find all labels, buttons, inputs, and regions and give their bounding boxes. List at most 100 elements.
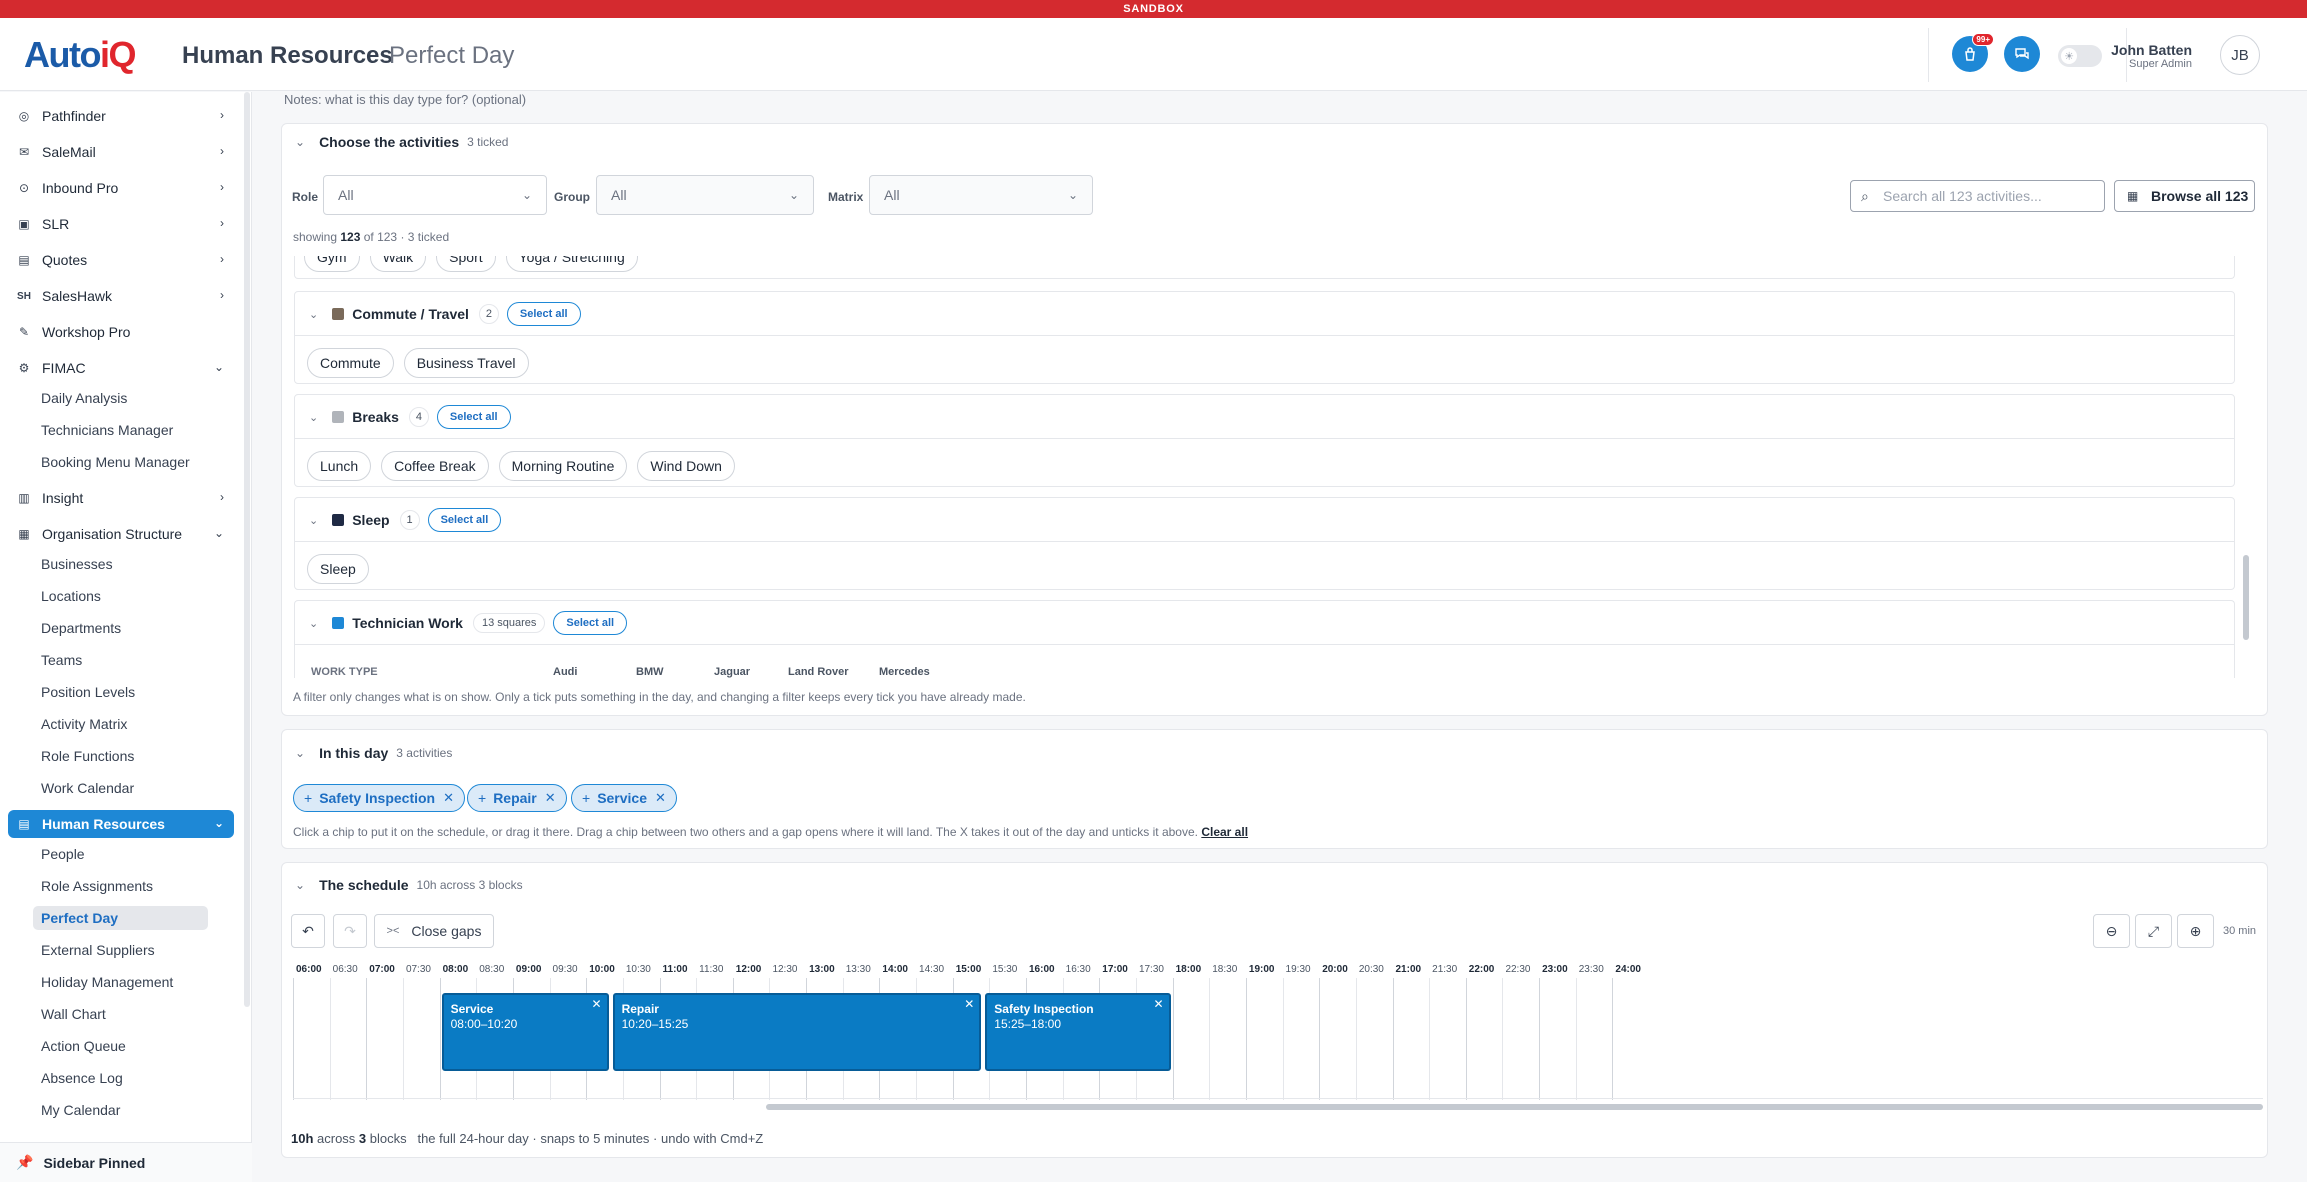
- sidebar-item-slr[interactable]: ▣ SLR ›: [8, 210, 234, 238]
- chevron-down-icon: ⌄: [295, 878, 306, 892]
- time-tick-label: 06:30: [332, 964, 358, 975]
- sidebar-sub-action-queue[interactable]: Action Queue: [33, 1034, 126, 1058]
- group-sleep: ⌄ Sleep 1 Select all Sleep: [294, 497, 2235, 590]
- timeline-scrollbar[interactable]: [766, 1104, 2263, 1110]
- avatar[interactable]: JB: [2220, 35, 2260, 75]
- sidebar-item-organisation-structure[interactable]: ▦ Organisation Structure ⌄: [8, 520, 234, 548]
- expand-icon: ⤢: [2147, 922, 2160, 939]
- time-tick-label: 23:30: [1578, 964, 1604, 975]
- sidebar-sub-work-calendar[interactable]: Work Calendar: [33, 776, 134, 800]
- schedule-block[interactable]: Safety Inspection 15:25–18:00 ✕: [985, 993, 1171, 1071]
- plus-icon: +: [478, 790, 487, 806]
- sidebar-sub-perfect-day[interactable]: Perfect Day: [33, 906, 208, 930]
- sidebar-sub-role-assignments[interactable]: Role Assignments: [33, 874, 153, 898]
- day-chip-safety-inspection[interactable]: + Safety Inspection ✕: [293, 784, 466, 812]
- notes-field[interactable]: Notes: what is this day type for? (optio…: [284, 92, 526, 107]
- sidebar-sub-people[interactable]: People: [33, 842, 85, 866]
- fit-button[interactable]: ⤢: [2135, 914, 2172, 948]
- sidebar-sub-businesses[interactable]: Businesses: [33, 552, 113, 576]
- select-all-button[interactable]: Select all: [506, 302, 581, 326]
- browse-all-button[interactable]: ▦ Browse all 123: [2114, 180, 2255, 212]
- notifications-button[interactable]: 99+: [1952, 33, 1994, 72]
- sidebar-sub-external-suppliers[interactable]: External Suppliers: [33, 938, 155, 962]
- sidebar-sub-position-levels[interactable]: Position Levels: [33, 680, 135, 704]
- close-gaps-button[interactable]: >< Close gaps: [374, 914, 494, 948]
- schedule-header[interactable]: ⌄ The schedule 10h across 3 blocks: [295, 877, 523, 893]
- sidebar-sub-daily-analysis[interactable]: Daily Analysis: [33, 386, 127, 410]
- sidebar-item-insight[interactable]: ▥ Insight ›: [8, 484, 234, 512]
- close-icon[interactable]: ✕: [443, 785, 454, 811]
- schedule-block[interactable]: Repair 10:20–15:25 ✕: [612, 993, 982, 1071]
- messages-button[interactable]: [2004, 36, 2040, 72]
- activity-search-input[interactable]: ⌕ Search all 123 activities...: [1850, 180, 2105, 212]
- activity-chip-coffee-break[interactable]: Coffee Break: [381, 451, 489, 481]
- notification-badge: 99+: [1972, 33, 1994, 46]
- sidebar-sub-holiday-management[interactable]: Holiday Management: [33, 970, 173, 994]
- sidebar-sub-teams[interactable]: Teams: [33, 648, 82, 672]
- activities-header[interactable]: ⌄ Choose the activities 3 ticked: [295, 134, 508, 150]
- sidebar-item-workshop-pro[interactable]: ✎ Workshop Pro: [8, 318, 234, 346]
- sidebar-item-salemail[interactable]: ✉ SaleMail ›: [8, 138, 234, 166]
- sidebar-sub-my-calendar[interactable]: My Calendar: [33, 1098, 120, 1122]
- time-tick-label: 21:00: [1395, 964, 1422, 975]
- header-divider: [1928, 28, 1929, 82]
- matrix-select[interactable]: All ⌄: [869, 175, 1093, 215]
- sidebar-scrollbar[interactable]: [244, 92, 250, 1007]
- group-header[interactable]: ⌄ Commute / Travel 2 Select all: [309, 302, 581, 326]
- activity-chip-business-travel[interactable]: Business Travel: [403, 348, 529, 378]
- activities-scrollbar[interactable]: [2243, 555, 2249, 640]
- sidebar-sub-wall-chart[interactable]: Wall Chart: [33, 1002, 106, 1026]
- close-icon[interactable]: ✕: [545, 785, 556, 811]
- select-all-button[interactable]: Select all: [436, 405, 511, 429]
- clear-all-link[interactable]: Clear all: [1201, 825, 1248, 839]
- sidebar-sub-absence-log[interactable]: Absence Log: [33, 1066, 123, 1090]
- brand-audi: Audi: [553, 666, 578, 678]
- sidebar-item-pathfinder[interactable]: ◎ Pathfinder ›: [8, 102, 234, 130]
- close-icon[interactable]: ✕: [655, 785, 666, 811]
- sidebar-sub-technicians-manager[interactable]: Technicians Manager: [33, 418, 173, 442]
- zoom-in-button[interactable]: ⊕: [2177, 914, 2214, 948]
- select-all-button[interactable]: Select all: [427, 508, 502, 532]
- undo-button[interactable]: ↶: [291, 914, 325, 948]
- time-tick-label: 12:00: [735, 964, 762, 975]
- sidebar-sub-booking-menu-manager[interactable]: Booking Menu Manager: [33, 450, 190, 474]
- activity-chip-morning-routine[interactable]: Morning Routine: [498, 451, 628, 481]
- autoiq-logo[interactable]: AutoiQ: [24, 34, 136, 76]
- sidebar-item-quotes[interactable]: ▤ Quotes ›: [8, 246, 234, 274]
- in-day-header[interactable]: ⌄ In this day 3 activities: [295, 745, 452, 761]
- group-header[interactable]: ⌄ Sleep 1 Select all: [309, 508, 502, 532]
- activity-chip-sleep[interactable]: Sleep: [307, 554, 369, 584]
- redo-button[interactable]: ↷: [333, 914, 367, 948]
- group-header[interactable]: ⌄ Breaks 4 Select all: [309, 405, 511, 429]
- sidebar-sub-locations[interactable]: Locations: [33, 584, 101, 608]
- brand-bmw: BMW: [636, 666, 664, 678]
- group-header[interactable]: ⌄ Technician Work 13 squares Select all: [309, 611, 628, 635]
- group-count: 2: [478, 304, 499, 324]
- select-all-button[interactable]: Select all: [553, 611, 628, 635]
- close-icon[interactable]: ✕: [1154, 997, 1164, 1011]
- theme-toggle[interactable]: ☀: [2058, 45, 2102, 67]
- close-icon[interactable]: ✕: [964, 997, 974, 1011]
- sidebar-item-fimac[interactable]: ⚙ FIMAC ⌄: [8, 354, 234, 382]
- close-icon[interactable]: ✕: [592, 997, 602, 1011]
- zoom-out-button[interactable]: ⊖: [2093, 914, 2130, 948]
- sidebar-item-inbound-pro[interactable]: ⊙ Inbound Pro ›: [8, 174, 234, 202]
- activity-chip-wind-down[interactable]: Wind Down: [637, 451, 735, 481]
- sidebar-sub-activity-matrix[interactable]: Activity Matrix: [33, 712, 127, 736]
- sidebar-item-human-resources[interactable]: ▤ Human Resources ⌄: [8, 810, 234, 838]
- time-gridline: [1319, 978, 1321, 1100]
- search-icon: ⌕: [1861, 188, 1869, 204]
- time-gridline: [1465, 978, 1467, 1100]
- sidebar-item-saleshawk[interactable]: SH SalesHawk ›: [8, 282, 234, 310]
- time-gridline: [329, 978, 331, 1100]
- group-select[interactable]: All ⌄: [596, 175, 814, 215]
- schedule-block[interactable]: Service 08:00–10:20 ✕: [441, 993, 609, 1071]
- activity-chip-lunch[interactable]: Lunch: [307, 451, 372, 481]
- sidebar-pinned[interactable]: 📌 Sidebar Pinned: [0, 1142, 252, 1182]
- day-chip-service[interactable]: + Service ✕: [571, 784, 677, 812]
- day-chip-repair[interactable]: + Repair ✕: [467, 784, 567, 812]
- sidebar-sub-departments[interactable]: Departments: [33, 616, 121, 640]
- sidebar-sub-role-functions[interactable]: Role Functions: [33, 744, 134, 768]
- role-select[interactable]: All ⌄: [323, 175, 547, 215]
- activity-chip-commute[interactable]: Commute: [307, 348, 394, 378]
